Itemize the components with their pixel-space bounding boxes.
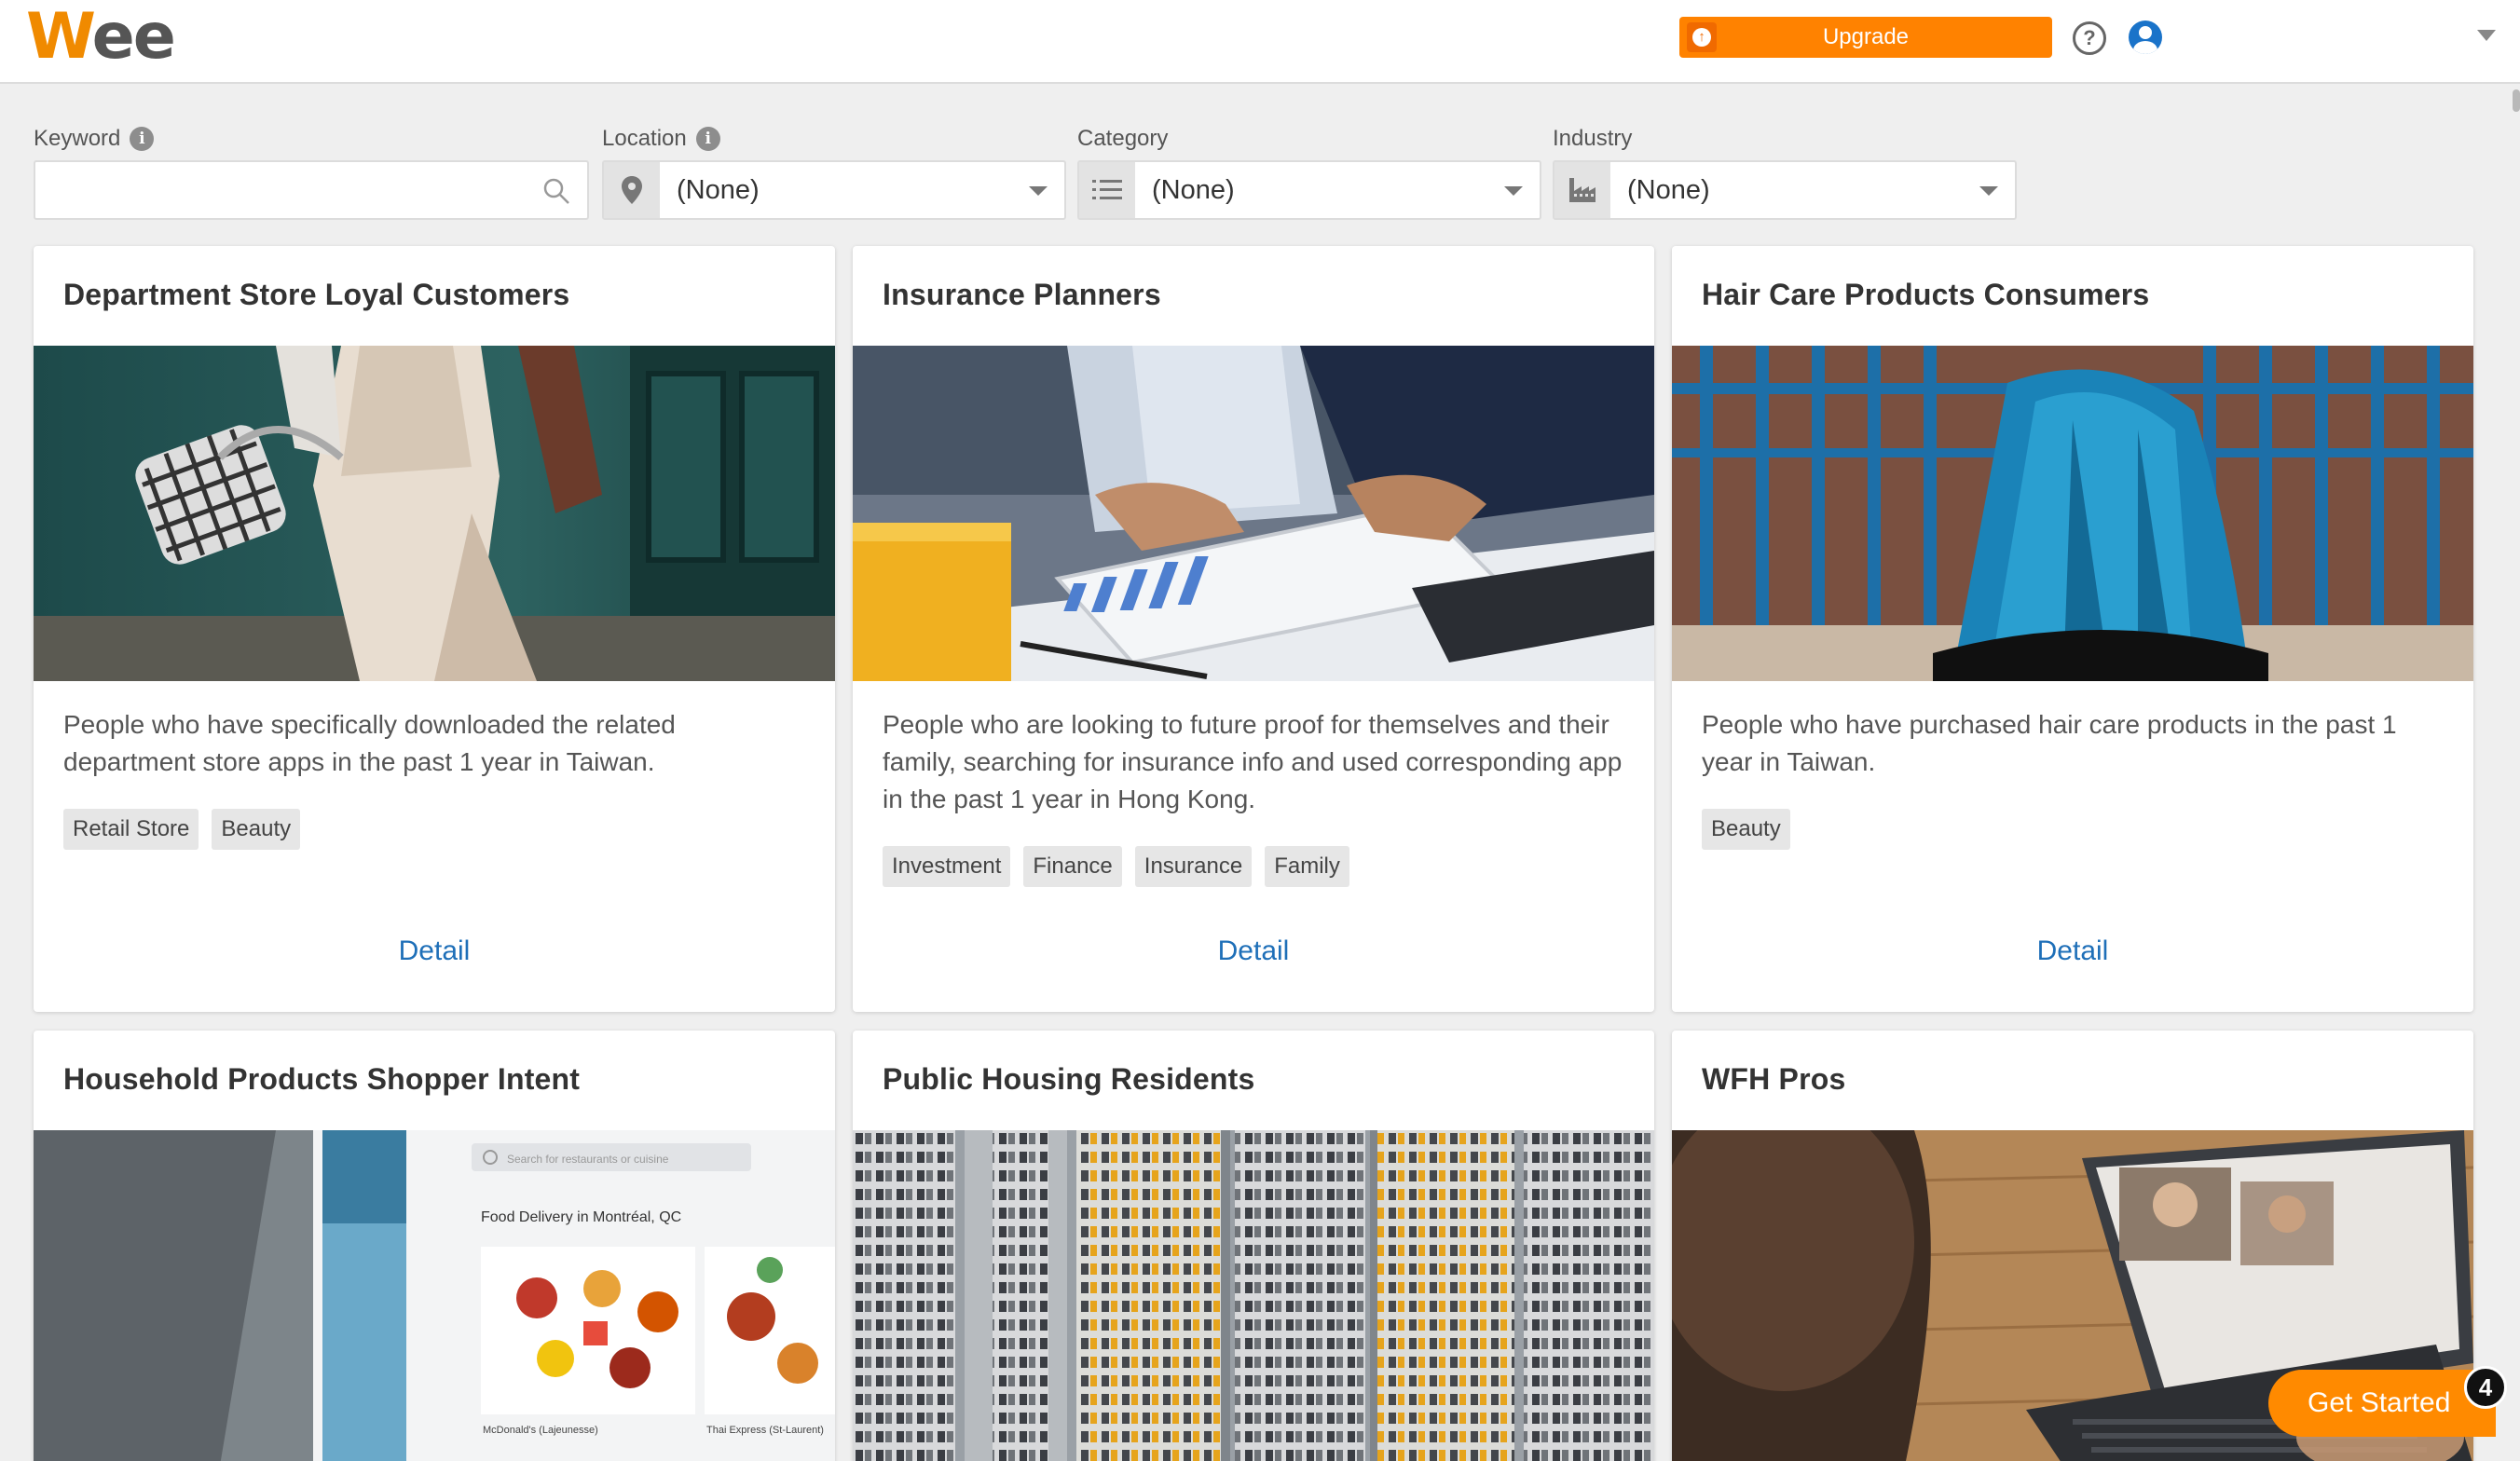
detail-link[interactable]: Detail bbox=[34, 935, 835, 967]
location-value: (None) bbox=[677, 175, 760, 205]
audience-card: Hair Care Products Consumers People who … bbox=[1672, 246, 2473, 1012]
upgrade-label: Upgrade bbox=[1822, 24, 1910, 49]
card-description: People who are looking to future proof f… bbox=[883, 710, 1623, 813]
tag-list: Investment Finance Insurance Family bbox=[883, 846, 1349, 887]
keyword-info-icon[interactable]: i bbox=[130, 127, 155, 151]
get-started-button[interactable]: Get Started bbox=[2268, 1370, 2496, 1437]
factory-icon bbox=[1554, 162, 1610, 218]
card-description: People who have specifically downloaded … bbox=[63, 710, 676, 776]
audience-card: Household Products Shopper Intent Search… bbox=[34, 1031, 835, 1461]
housing-building-photo bbox=[853, 1130, 1654, 1461]
chevron-down-icon bbox=[1029, 186, 1048, 196]
card-title: WFH Pros bbox=[1702, 1062, 1846, 1096]
location-info-icon[interactable]: i bbox=[695, 127, 720, 151]
card-title: Insurance Planners bbox=[883, 278, 1161, 311]
list-icon bbox=[1079, 162, 1135, 218]
upgrade-button[interactable]: ↑ Upgrade bbox=[1679, 17, 2052, 58]
user-icon[interactable] bbox=[2129, 20, 2162, 54]
audience-card: Department Store Loyal Customers People … bbox=[34, 246, 835, 1012]
upgrade-icon: ↑ bbox=[1687, 22, 1717, 52]
chevron-down-icon[interactable] bbox=[2477, 30, 2496, 41]
chevron-down-icon bbox=[1504, 186, 1523, 196]
tag[interactable]: Insurance bbox=[1134, 846, 1253, 887]
food-app-item-2: Thai Express (St-Laurent) bbox=[706, 1425, 824, 1436]
keyword-label: Keyword i bbox=[34, 125, 155, 153]
scrollbar-thumb[interactable] bbox=[2513, 89, 2520, 112]
food-app-heading: Food Delivery in Montréal, QC bbox=[481, 1209, 681, 1225]
card-title: Department Store Loyal Customers bbox=[63, 278, 570, 311]
tablet-desk-photo bbox=[853, 346, 1654, 681]
detail-link[interactable]: Detail bbox=[1672, 935, 2473, 967]
tag-list: Beauty bbox=[1702, 809, 1790, 850]
tag[interactable]: Retail Store bbox=[63, 809, 199, 850]
audience-card: Insurance Planners People who are lookin… bbox=[853, 246, 1654, 1012]
tag[interactable]: Beauty bbox=[212, 809, 301, 850]
chevron-down-icon bbox=[1979, 186, 1998, 196]
card-title: Household Products Shopper Intent bbox=[63, 1062, 581, 1096]
category-value: (None) bbox=[1152, 175, 1235, 205]
tag[interactable]: Beauty bbox=[1702, 809, 1790, 850]
food-app-item-1: McDonald's (Lajeunesse) bbox=[483, 1425, 598, 1436]
card-title: Public Housing Residents bbox=[883, 1062, 1255, 1096]
search-icon[interactable] bbox=[542, 177, 570, 205]
keyword-input[interactable] bbox=[35, 162, 587, 218]
food-app-photo: Search for restaurants or cuisine Food D… bbox=[34, 1130, 835, 1461]
keyword-field bbox=[34, 160, 589, 220]
top-bar: Wee ↑ Upgrade ? bbox=[0, 0, 2520, 84]
wee-logo[interactable]: Wee bbox=[26, 2, 176, 73]
tag-list: Retail Store Beauty bbox=[63, 809, 301, 850]
audience-card: Public Housing Residents bbox=[853, 1031, 1654, 1461]
card-description: People who have purchased hair care prod… bbox=[1702, 710, 2397, 776]
location-pin-icon bbox=[604, 162, 660, 218]
location-select[interactable]: (None) bbox=[602, 160, 1066, 220]
blue-hair-photo bbox=[1672, 346, 2473, 681]
category-label: Category bbox=[1077, 126, 1169, 151]
industry-value: (None) bbox=[1627, 175, 1710, 205]
location-label: Location i bbox=[602, 125, 720, 153]
shopper-photo bbox=[34, 346, 835, 681]
tag[interactable]: Finance bbox=[1023, 846, 1122, 887]
help-icon[interactable]: ? bbox=[2073, 21, 2106, 55]
food-app-search-text: Search for restaurants or cuisine bbox=[507, 1153, 669, 1166]
card-title: Hair Care Products Consumers bbox=[1702, 278, 2150, 311]
category-select[interactable]: (None) bbox=[1077, 160, 1541, 220]
detail-link[interactable]: Detail bbox=[853, 935, 1654, 967]
tag[interactable]: Family bbox=[1265, 846, 1349, 887]
industry-select[interactable]: (None) bbox=[1553, 160, 2017, 220]
industry-label: Industry bbox=[1553, 126, 1633, 151]
tag[interactable]: Investment bbox=[883, 846, 1011, 887]
notification-badge: 4 bbox=[2464, 1366, 2507, 1409]
